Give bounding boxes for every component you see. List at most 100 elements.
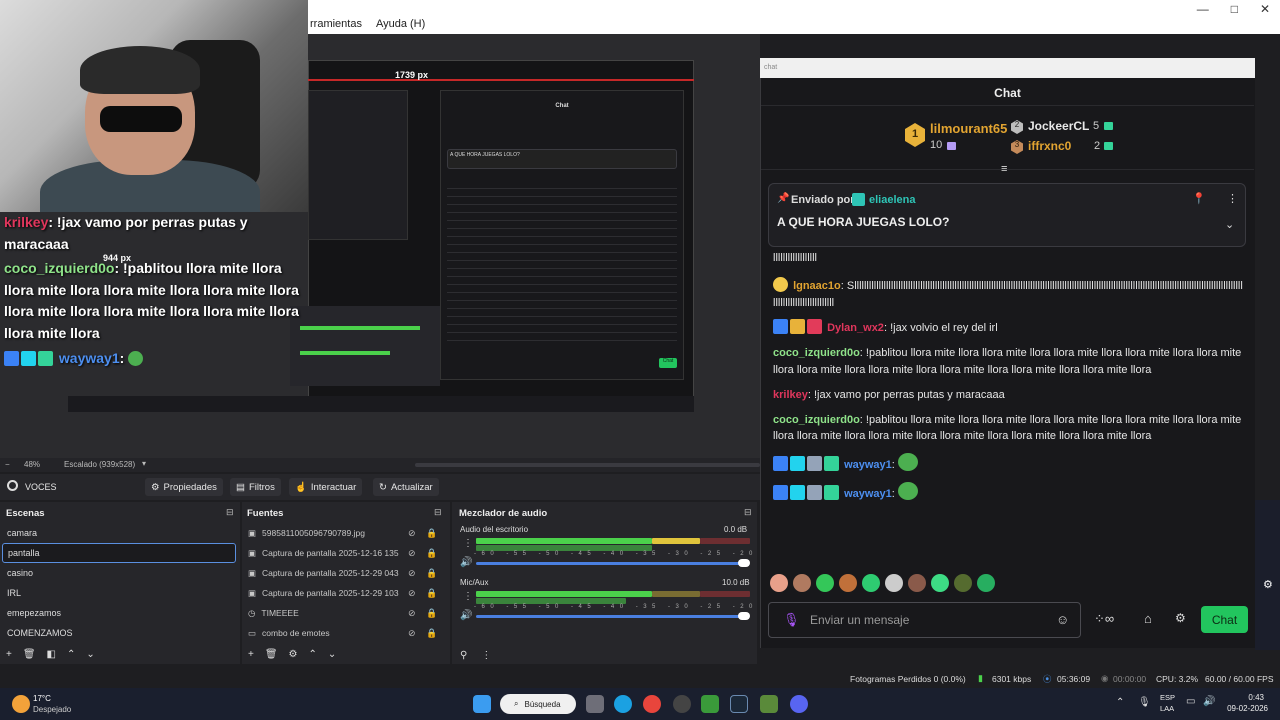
chevron-up-icon[interactable]: ⌃ — [309, 649, 317, 660]
source-item[interactable]: ▣ Captura de pantalla 2025-12-29 043 ⊘ 🔒 — [248, 563, 438, 583]
lock-icon[interactable]: 🔒 — [426, 588, 437, 599]
interact-button[interactable]: ☝ Interactuar — [289, 478, 363, 496]
chevron-down-icon[interactable]: ⌄ — [328, 649, 336, 660]
menu-item-help[interactable]: Ayuda (H) — [376, 18, 425, 30]
refresh-button[interactable]: ↻ Actualizar — [373, 478, 439, 496]
clock-time[interactable]: 0:43 — [1222, 693, 1264, 702]
more-options-icon[interactable]: ⋮ — [463, 591, 473, 602]
lock-icon[interactable]: 🔒 — [426, 528, 437, 539]
minimize-button[interactable]: — — [1197, 2, 1209, 16]
pinned-user[interactable]: eliaelena — [869, 194, 915, 206]
taskbar-search[interactable]: ⌕ Búsqueda — [500, 694, 576, 714]
discord-icon[interactable] — [790, 695, 808, 713]
volume-slider-handle[interactable] — [738, 612, 750, 620]
horizontal-scrollbar[interactable] — [415, 463, 760, 467]
add-icon[interactable]: + — [6, 649, 12, 660]
hidden-eye-icon[interactable]: ⊘ — [408, 628, 416, 639]
steam-icon[interactable] — [730, 695, 748, 713]
leader-name[interactable]: iffrxnc0 — [1028, 139, 1071, 153]
properties-button[interactable]: ⚙ Propiedades — [145, 478, 223, 496]
task-view-icon[interactable] — [586, 695, 604, 713]
menu-item-tools[interactable]: rramientas — [310, 18, 362, 30]
source-item[interactable]: ▣ Captura de pantalla 2025-12-29 103 ⊘ 🔒 — [248, 583, 438, 603]
chevron-up-icon[interactable]: ⌃ — [67, 649, 75, 660]
emoji-icon[interactable]: ☺ — [1056, 612, 1069, 627]
level-meter-red — [700, 591, 750, 597]
gear-icon[interactable]: ⚙ — [289, 649, 298, 660]
source-item[interactable]: ▣ 5985811005096790789.jpg ⊘ 🔒 — [248, 523, 438, 543]
chat-input[interactable]: 🎙 Enviar un mensaje ☺ — [768, 602, 1081, 638]
more-options-icon[interactable]: ⋮ — [481, 650, 491, 661]
volume-slider[interactable] — [476, 615, 746, 618]
speaker-icon[interactable]: 🔊 — [460, 610, 472, 621]
filter-icon[interactable]: ◧ — [47, 649, 56, 660]
scene-item[interactable]: pantalla — [2, 543, 236, 563]
leader-name[interactable]: lilmourant65 — [930, 121, 1007, 136]
source-item[interactable]: ▭ combo de emotes ⊘ 🔒 — [248, 623, 438, 643]
source-item[interactable]: ▣ Captura de pantalla 2025-12-16 135 ⊘ 🔒 — [248, 543, 438, 563]
lock-icon[interactable]: 🔒 — [426, 548, 437, 559]
dock-menu-icon[interactable]: ⊟ — [434, 507, 442, 518]
volume-slider[interactable] — [476, 562, 746, 565]
leader-name[interactable]: JockeerCL — [1028, 119, 1089, 133]
zoom-out-icon[interactable]: − — [5, 460, 10, 469]
chevron-down-icon[interactable]: ▾ — [142, 459, 146, 468]
scene-item[interactable]: camara — [2, 523, 236, 543]
dock-menu-icon[interactable]: ⊟ — [226, 507, 234, 518]
scene-item[interactable]: IRL — [2, 583, 236, 603]
weather-icon[interactable] — [12, 695, 30, 713]
minecraft-icon[interactable] — [701, 695, 719, 713]
maximize-button[interactable]: □ — [1231, 2, 1238, 16]
microphone-icon[interactable]: 🎙 — [783, 612, 800, 628]
hidden-eye-icon[interactable]: ⊘ — [408, 568, 416, 579]
scene-item[interactable]: casino — [2, 563, 236, 583]
points-icon[interactable]: ⁘∞ — [1094, 611, 1114, 627]
scene-item[interactable]: emepezamos — [2, 603, 236, 623]
chat-send-button[interactable]: Chat — [1201, 606, 1248, 633]
side-panel-edge: ⚙ — [1255, 500, 1280, 650]
clock-date[interactable]: 09-02-2026 — [1222, 704, 1268, 713]
gear-icon[interactable]: ⚙ — [1175, 611, 1186, 625]
dock-menu-icon[interactable]: ⊟ — [744, 507, 752, 518]
leader-count: 5 — [1093, 120, 1100, 132]
microphone-icon[interactable]: 🎙 — [1138, 697, 1151, 708]
speaker-icon[interactable]: 🔊 — [1203, 696, 1215, 707]
badge-icon — [790, 484, 805, 500]
more-options-icon[interactable]: ⋮ — [463, 538, 473, 549]
volume-slider-handle[interactable] — [738, 559, 750, 567]
store-icon[interactable]: ⌂ — [1144, 611, 1152, 626]
chrome-icon[interactable] — [643, 695, 661, 713]
language-code[interactable]: ESP — [1160, 693, 1175, 702]
keyboard-layout[interactable]: LAA — [1160, 704, 1174, 713]
advanced-audio-icon[interactable]: ⚲ — [460, 650, 467, 661]
trash-icon[interactable]: 🗑 — [23, 649, 36, 660]
close-button[interactable]: ✕ — [1260, 2, 1270, 16]
chevron-down-icon[interactable]: ⌄ — [86, 649, 94, 660]
windows-start-icon[interactable] — [473, 695, 491, 713]
hidden-eye-icon[interactable]: ⊘ — [408, 608, 416, 619]
game-icon[interactable] — [760, 695, 778, 713]
chevron-down-icon[interactable]: ⌄ — [1225, 218, 1234, 231]
lock-icon[interactable]: 🔒 — [426, 628, 437, 639]
trash-icon[interactable]: 🗑 — [265, 649, 278, 660]
filters-button[interactable]: ▤ Filtros — [230, 478, 281, 496]
speaker-icon[interactable]: 🔊 — [460, 557, 472, 568]
collapse-icon[interactable]: ≡ — [1001, 163, 1007, 175]
emote-icon — [839, 574, 857, 592]
chevron-up-icon[interactable]: ⌃ — [1116, 697, 1124, 708]
hidden-eye-icon[interactable]: ⊘ — [408, 548, 416, 559]
add-icon[interactable]: + — [248, 649, 254, 660]
lock-icon[interactable]: 🔒 — [426, 608, 437, 619]
pin-icon[interactable]: 📍 — [1192, 192, 1206, 205]
gear-icon[interactable]: ⚙ — [1263, 578, 1273, 591]
more-options-icon[interactable]: ⋮ — [1227, 192, 1238, 205]
scene-item[interactable]: COMENZAMOS — [2, 623, 236, 643]
monitor-icon[interactable]: ▭ — [1186, 696, 1195, 707]
edge-icon[interactable] — [614, 695, 632, 713]
lock-icon[interactable]: 🔒 — [426, 568, 437, 579]
obs-icon[interactable] — [673, 695, 691, 713]
hidden-eye-icon[interactable]: ⊘ — [408, 588, 416, 599]
source-item[interactable]: ◷ TIMEEEE ⊘ 🔒 — [248, 603, 438, 623]
nested-messages — [447, 181, 677, 341]
hidden-eye-icon[interactable]: ⊘ — [408, 528, 416, 539]
